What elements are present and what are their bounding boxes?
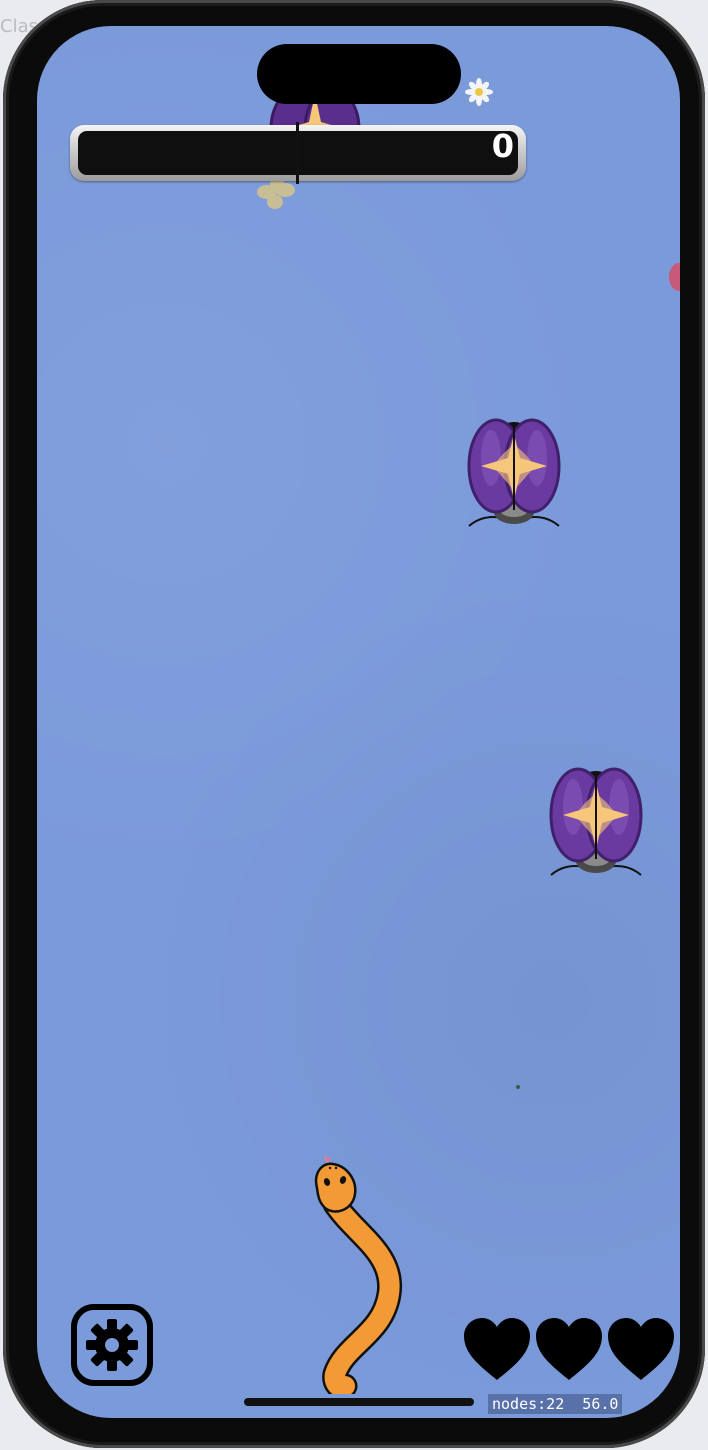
heart-icon [608, 1318, 674, 1380]
phone-frame: 0 [3, 0, 705, 1448]
settings-button[interactable] [70, 1303, 154, 1387]
clover-flower [257, 178, 295, 209]
pink-flower [669, 263, 680, 291]
dynamic-island [257, 44, 461, 104]
bug-speck [516, 1085, 520, 1089]
score-value: 0 [491, 127, 514, 165]
beetle-enemy [467, 418, 561, 527]
debug-stats: nodes:22 56.0 [488, 1394, 623, 1414]
game-screen[interactable]: 0 [37, 26, 680, 1418]
heart-icon [536, 1318, 602, 1380]
snake-player[interactable] [305, 1154, 405, 1394]
heart-icon [464, 1318, 530, 1380]
lives-indicator [462, 1316, 680, 1386]
home-indicator[interactable] [244, 1398, 474, 1406]
beetle-enemy [549, 767, 643, 876]
score-bar-marker [296, 122, 299, 184]
score-bar: 0 [70, 122, 526, 184]
daisy-flower [465, 78, 493, 106]
gear-icon [71, 1304, 153, 1386]
